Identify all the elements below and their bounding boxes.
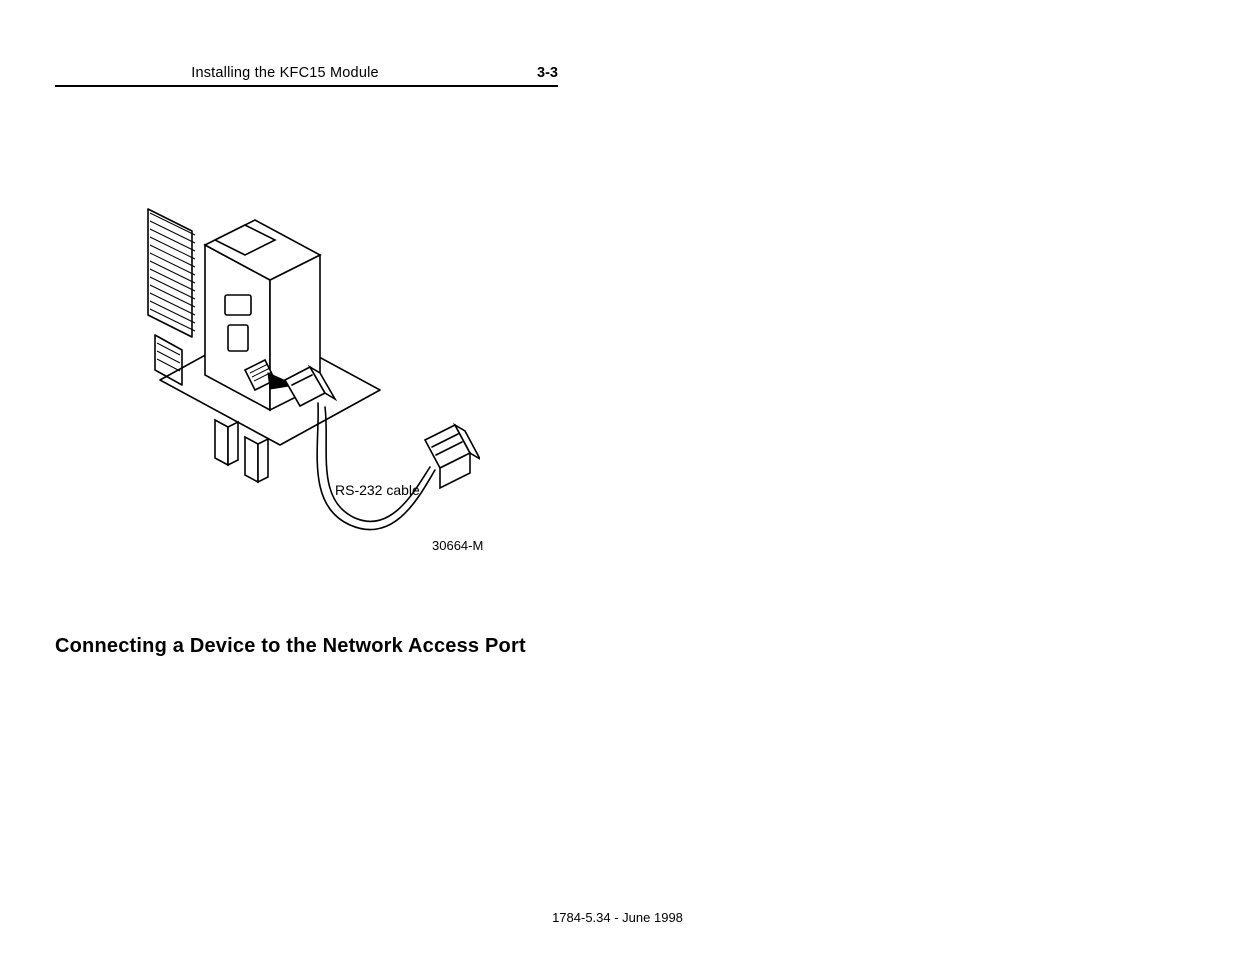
header-page-number: 3-3 xyxy=(537,65,558,81)
page-footer: 1784-5.34 - June 1998 xyxy=(0,910,1235,925)
header-rule xyxy=(55,85,558,87)
section-heading: Connecting a Device to the Network Acces… xyxy=(55,635,526,658)
header-chapter-title: Installing the KFC15 Module xyxy=(55,65,515,81)
figure-id-label: 30664-M xyxy=(432,538,483,553)
module-figure xyxy=(120,185,480,565)
module-svg xyxy=(120,185,480,565)
figure-cable-label: RS-232 cable xyxy=(335,482,420,498)
document-page: Installing the KFC15 Module 3-3 xyxy=(0,0,1235,954)
running-header: Installing the KFC15 Module 3-3 xyxy=(55,65,558,81)
